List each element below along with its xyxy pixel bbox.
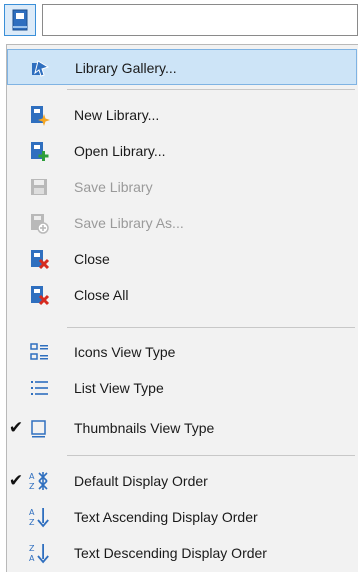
- menu-item-close[interactable]: Close: [7, 241, 357, 277]
- svg-text:Z: Z: [29, 544, 35, 553]
- menu-item-label: Save Library: [74, 179, 153, 195]
- menu-item-label: Text Ascending Display Order: [74, 509, 258, 525]
- menu-separator: [67, 327, 355, 328]
- save-library-icon: [31, 179, 47, 195]
- menu-item-new-library[interactable]: New Library...: [7, 97, 357, 133]
- library-search-input[interactable]: [42, 4, 358, 36]
- new-library-icon: [31, 106, 50, 126]
- library-toolbar: [0, 0, 358, 40]
- svg-text:A: A: [29, 554, 35, 563]
- menu-item-label: Save Library As...: [74, 215, 184, 231]
- menu-item-label: Close All: [74, 287, 129, 303]
- menu-item-library-gallery[interactable]: Library Gallery...: [7, 49, 357, 85]
- save-library-as-icon: [31, 214, 49, 234]
- close-library-icon: [31, 250, 50, 270]
- menu-item-text-ascending-order[interactable]: A Z Text Ascending Display Order: [7, 499, 357, 535]
- library-gallery-icon: [32, 60, 50, 77]
- library-dropdown-menu: Library Gallery... New Library... Open L…: [6, 44, 358, 572]
- menu-item-list-view-type[interactable]: List View Type: [7, 370, 357, 406]
- checkmark-icon: ✔: [8, 418, 24, 437]
- menu-item-label: Thumbnails View Type: [74, 420, 215, 436]
- svg-text:A: A: [29, 472, 35, 481]
- menu-item-label: Default Display Order: [74, 473, 208, 489]
- menu-item-open-library[interactable]: Open Library...: [7, 133, 357, 169]
- menu-separator: [67, 455, 355, 456]
- sort-ascending-icon: A Z: [29, 508, 49, 528]
- menu-item-text-descending-order[interactable]: Z A Text Descending Display Order: [7, 535, 357, 571]
- menu-item-save-library-as[interactable]: Save Library As...: [7, 205, 357, 241]
- menu-item-label: List View Type: [74, 380, 164, 396]
- menu-item-save-library[interactable]: Save Library: [7, 169, 357, 205]
- library-menu-button[interactable]: [4, 4, 36, 36]
- icons-view-icon: [30, 343, 48, 360]
- menu-item-label: Open Library...: [74, 143, 166, 159]
- svg-text:A: A: [29, 508, 35, 517]
- menu-item-label: New Library...: [74, 107, 160, 123]
- sort-descending-icon: Z A: [29, 544, 49, 564]
- menu-item-thumbnails-view-type[interactable]: ✔ Thumbnails View Type: [7, 410, 357, 446]
- svg-text:Z: Z: [29, 482, 35, 491]
- menu-item-label: Text Descending Display Order: [74, 545, 267, 561]
- menu-separator: [67, 89, 355, 90]
- menu-item-label: Library Gallery...: [75, 60, 177, 76]
- menu-item-default-display-order[interactable]: ✔ A Z Default Display Order: [7, 463, 357, 499]
- close-all-libraries-icon: [31, 286, 50, 306]
- list-view-icon: [31, 381, 48, 395]
- thumbnails-view-icon: [31, 420, 46, 438]
- menu-item-close-all[interactable]: Close All: [7, 277, 357, 313]
- library-book-icon: [12, 9, 28, 31]
- menu-item-icons-view-type[interactable]: Icons View Type: [7, 334, 357, 370]
- checkmark-icon: ✔: [8, 471, 24, 490]
- open-library-icon: [31, 142, 49, 161]
- default-order-icon: A Z: [29, 472, 48, 491]
- menu-item-label: Close: [74, 251, 110, 267]
- menu-item-label: Icons View Type: [74, 344, 176, 360]
- svg-text:Z: Z: [29, 518, 35, 527]
